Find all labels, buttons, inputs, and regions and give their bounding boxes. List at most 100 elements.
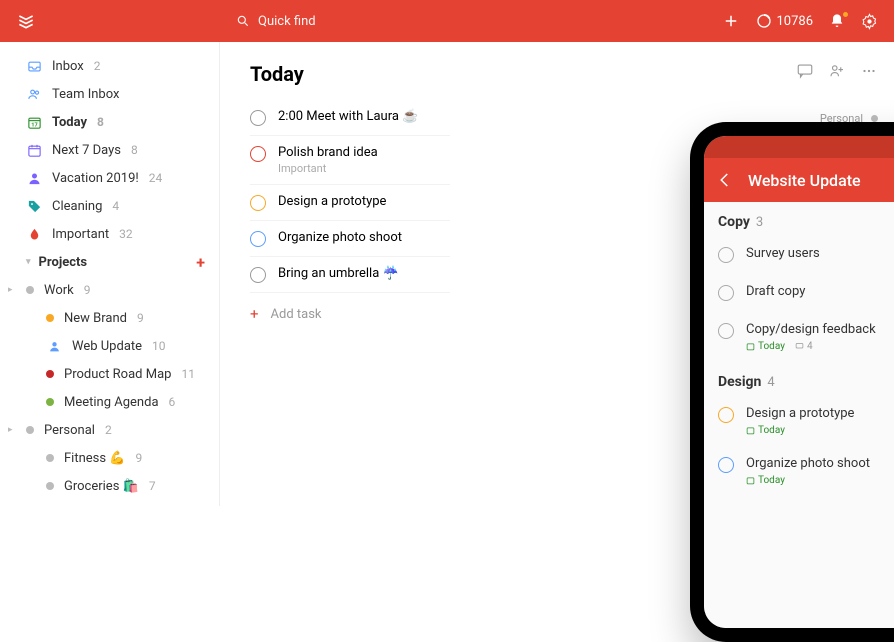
nav-label: Personal bbox=[44, 423, 95, 438]
phone-task-row[interactable]: Survey users bbox=[704, 236, 894, 274]
nav-label: Next 7 Days bbox=[52, 143, 121, 158]
sidebar-item-vacation[interactable]: Vacation 2019!24 bbox=[0, 164, 219, 192]
view-actions bbox=[796, 62, 878, 80]
task-checkbox[interactable] bbox=[250, 195, 266, 211]
notification-dot bbox=[842, 11, 849, 18]
sidebar: Inbox 2 Team Inbox 17 Today 8 Next 7 Days 8 Vaca… bbox=[0, 42, 220, 506]
chevron-right-icon: ▸ bbox=[8, 285, 13, 295]
nav-count: 2 bbox=[94, 59, 101, 73]
project-dot bbox=[46, 314, 54, 322]
more-icon[interactable] bbox=[860, 62, 878, 80]
sidebar-item-groceries[interactable]: Groceries 🛍️7 bbox=[0, 472, 219, 500]
nav-label: Inbox bbox=[52, 59, 84, 74]
svg-text:17: 17 bbox=[31, 122, 37, 128]
nav-count: 8 bbox=[131, 143, 138, 157]
nav-label: Cleaning bbox=[52, 199, 102, 214]
sidebar-item-new-brand[interactable]: New Brand9 bbox=[0, 304, 219, 332]
nav-count: 8 bbox=[97, 115, 104, 129]
nav-count: 4 bbox=[112, 199, 119, 213]
section-count: 3 bbox=[756, 215, 763, 230]
task-checkbox[interactable] bbox=[718, 247, 734, 263]
task-checkbox[interactable] bbox=[250, 231, 266, 247]
nav-label: New Brand bbox=[64, 311, 127, 326]
people-icon bbox=[26, 87, 42, 102]
phone-title: Website Update bbox=[748, 171, 894, 190]
nav-count: 7 bbox=[149, 479, 156, 493]
sidebar-item-work[interactable]: ▸Work9 bbox=[0, 276, 219, 304]
add-task-label: Add task bbox=[271, 307, 322, 322]
task-title: Design a prototype bbox=[278, 194, 386, 209]
person-icon bbox=[46, 340, 62, 353]
sidebar-item-next7[interactable]: Next 7 Days 8 bbox=[0, 136, 219, 164]
section-name: Copy bbox=[718, 214, 750, 230]
phone-task-list: Copy3⌃⋮Survey usersDraft copyCopy/design… bbox=[704, 202, 894, 628]
nav-label: Important bbox=[52, 227, 109, 242]
task-checkbox[interactable] bbox=[250, 267, 266, 283]
sidebar-item-personal[interactable]: ▸Personal2 bbox=[0, 416, 219, 444]
sidebar-item-roadmap[interactable]: Product Road Map11 bbox=[0, 360, 219, 388]
task-row[interactable]: Bring an umbrella ☔ bbox=[250, 257, 450, 293]
task-row[interactable]: 2:00 Meet with Laura ☕ bbox=[250, 100, 450, 136]
sidebar-item-cleaning[interactable]: Cleaning 4 bbox=[0, 192, 219, 220]
task-title: Organize photo shoot bbox=[746, 456, 894, 471]
main-content: PersonalNew BrandWebsite Update👤👩Website… bbox=[220, 42, 894, 506]
task-title: Organize photo shoot bbox=[278, 230, 402, 245]
section-name: Design bbox=[718, 374, 761, 390]
plus-icon: + bbox=[250, 305, 259, 323]
nav-label: Fitness 💪 bbox=[64, 451, 126, 466]
sidebar-item-meeting[interactable]: Meeting Agenda6 bbox=[0, 388, 219, 416]
task-checkbox[interactable] bbox=[250, 110, 266, 126]
notifications-button[interactable] bbox=[829, 13, 845, 29]
back-icon[interactable] bbox=[716, 171, 734, 189]
add-project-icon[interactable]: + bbox=[196, 253, 205, 272]
comment-icon[interactable] bbox=[796, 62, 814, 80]
task-checkbox[interactable] bbox=[718, 457, 734, 473]
task-title: Bring an umbrella ☔ bbox=[278, 266, 399, 281]
sidebar-item-inbox[interactable]: Inbox 2 bbox=[0, 52, 219, 80]
karma-button[interactable]: 10786 bbox=[756, 13, 813, 29]
chevron-down-icon: ▾ bbox=[26, 257, 31, 267]
sidebar-item-fitness[interactable]: Fitness 💪 9 bbox=[0, 444, 219, 472]
phone-task-row[interactable]: Design a prototypeToday bbox=[704, 396, 894, 446]
nav-label: Today bbox=[52, 115, 87, 130]
sidebar-item-important[interactable]: Important32 bbox=[0, 220, 219, 248]
task-checkbox[interactable] bbox=[718, 407, 734, 423]
drop-icon bbox=[26, 227, 42, 242]
quick-add-button[interactable] bbox=[722, 12, 740, 30]
app-logo[interactable] bbox=[16, 11, 36, 31]
today-tag: Today bbox=[746, 425, 785, 436]
sidebar-item-reading[interactable]: Reading List 📖6 bbox=[0, 500, 219, 506]
nav-count: 11 bbox=[181, 367, 195, 381]
task-row[interactable]: Design a prototype bbox=[250, 185, 450, 221]
phone-task-row[interactable]: Organize photo shoot Today bbox=[704, 446, 894, 496]
tray-icon bbox=[26, 59, 42, 74]
task-title: Copy/design feedback bbox=[746, 322, 894, 337]
nav-count: 9 bbox=[136, 451, 143, 465]
sidebar-item-team-inbox[interactable]: Team Inbox bbox=[0, 80, 219, 108]
phone-section-header[interactable]: Copy3⌃⋮ bbox=[704, 202, 894, 236]
sidebar-item-web-update[interactable]: Web Update10 bbox=[0, 332, 219, 360]
task-row[interactable]: Organize photo shoot bbox=[250, 221, 450, 257]
search-placeholder: Quick find bbox=[258, 14, 316, 29]
share-icon[interactable] bbox=[828, 62, 846, 80]
task-checkbox[interactable] bbox=[718, 323, 734, 339]
sidebar-item-today[interactable]: 17 Today 8 bbox=[0, 108, 219, 136]
settings-button[interactable] bbox=[861, 13, 878, 30]
today-tag: Today bbox=[746, 475, 785, 486]
projects-section-header[interactable]: ▾Projects+ bbox=[0, 248, 219, 276]
task-title: Polish brand idea bbox=[278, 145, 378, 160]
tag-icon bbox=[26, 199, 42, 214]
phone-task-row[interactable]: Draft copy bbox=[704, 274, 894, 312]
nav-count: 24 bbox=[149, 171, 163, 185]
nav-label: Team Inbox bbox=[52, 87, 119, 102]
nav-count: 10 bbox=[152, 339, 166, 353]
phone-section-header[interactable]: Design4⌃⋮ bbox=[704, 362, 894, 396]
task-row[interactable]: Polish brand ideaImportant bbox=[250, 136, 450, 185]
search-box[interactable]: Quick find bbox=[236, 14, 722, 29]
gear-icon bbox=[861, 13, 878, 30]
phone-mockup: ▾ ◢ 08:32 Website Update Copy3⌃⋮Survey u… bbox=[690, 122, 894, 642]
task-checkbox[interactable] bbox=[250, 146, 266, 162]
today-tag: Today bbox=[746, 341, 785, 352]
phone-task-row[interactable]: Copy/design feedbackToday4 bbox=[704, 312, 894, 362]
task-checkbox[interactable] bbox=[718, 285, 734, 301]
